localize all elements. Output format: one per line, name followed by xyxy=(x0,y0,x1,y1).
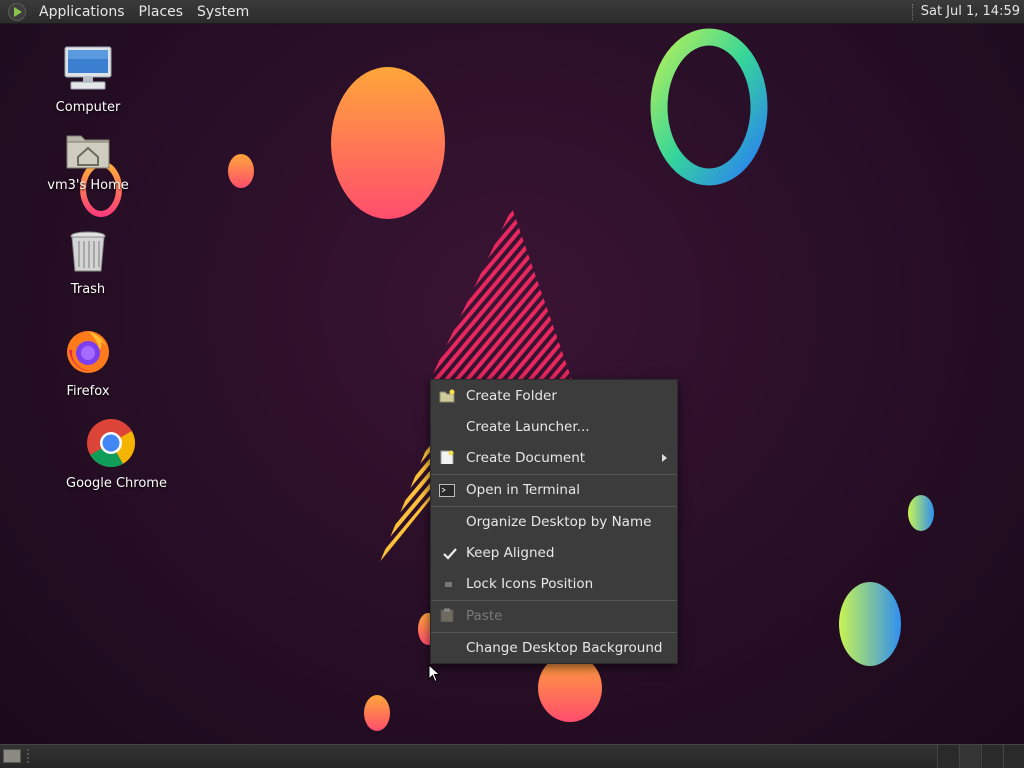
workspace-3[interactable] xyxy=(981,745,1002,768)
menu-item-lock-icons[interactable]: Lock Icons Position xyxy=(431,569,677,600)
check-icon xyxy=(443,548,457,560)
chrome-icon xyxy=(87,419,136,468)
folder-new-icon xyxy=(439,389,455,403)
desktop-icon-firefox[interactable]: Firefox xyxy=(43,326,133,399)
firefox-icon xyxy=(67,331,109,373)
menu-item-create-folder[interactable]: Create Folder xyxy=(431,381,677,412)
unchecked-icon xyxy=(445,582,452,587)
menu-item-open-terminal[interactable]: Open in Terminal xyxy=(431,475,677,506)
panel-separator xyxy=(911,3,915,20)
terminal-icon xyxy=(439,484,455,497)
menu-item-label: Create Folder xyxy=(466,388,557,404)
wallpaper-blob-blue-large xyxy=(839,582,901,666)
menu-item-label: Create Launcher... xyxy=(466,419,590,435)
menu-item-label: Keep Aligned xyxy=(466,545,555,561)
submenu-arrow-icon xyxy=(662,454,667,462)
panel-grip xyxy=(27,749,33,763)
bottom-panel xyxy=(0,744,1024,768)
desktop-context-menu: Create Folder Create Launcher... Create … xyxy=(430,379,678,664)
menu-item-label: Organize Desktop by Name xyxy=(466,514,652,530)
wallpaper-orange-circle-bottom xyxy=(538,654,602,722)
menu-item-label: Lock Icons Position xyxy=(466,576,594,592)
menu-places[interactable]: Places xyxy=(132,0,191,24)
desktop-icon-trash[interactable]: Trash xyxy=(43,230,133,297)
top-panel: Applications Places System Sat Jul 1, 14… xyxy=(0,0,1024,24)
trash-icon xyxy=(70,231,106,272)
desktop-icon-computer[interactable]: Computer xyxy=(43,46,133,115)
wallpaper-orange-dot xyxy=(228,154,254,188)
desktop-icon-label: Google Chrome xyxy=(66,476,167,491)
desktop-icon-chrome[interactable]: Google Chrome xyxy=(66,418,167,491)
menu-item-create-launcher[interactable]: Create Launcher... xyxy=(431,412,677,443)
desktop-icon-home[interactable]: vm3's Home xyxy=(43,130,133,193)
show-desktop-icon[interactable] xyxy=(3,749,21,763)
wallpaper-orange-dot-bottom xyxy=(364,695,390,731)
desktop-icon-label: Trash xyxy=(70,282,106,297)
menu-item-paste: Paste xyxy=(431,601,677,632)
desktop-icon-label: Computer xyxy=(55,100,121,115)
workspace-1[interactable] xyxy=(937,745,958,768)
wallpaper-striped-triangle-pink xyxy=(430,208,572,380)
menu-item-label: Change Desktop Background xyxy=(466,640,663,656)
workspace-4[interactable] xyxy=(1003,745,1024,768)
menu-item-label: Create Document xyxy=(466,450,586,466)
wallpaper-orange-circle-large xyxy=(331,67,445,219)
menu-item-create-document[interactable]: Create Document xyxy=(431,443,677,474)
document-new-icon xyxy=(440,450,454,464)
menu-applications[interactable]: Applications xyxy=(32,0,132,24)
menu-item-label: Paste xyxy=(466,608,503,624)
home-folder-icon xyxy=(66,135,110,169)
mouse-cursor-icon xyxy=(428,664,441,683)
desktop-icon-label: Firefox xyxy=(66,384,110,399)
menu-item-keep-aligned[interactable]: Keep Aligned xyxy=(431,538,677,569)
computer-icon xyxy=(64,46,112,90)
distro-logo-icon[interactable] xyxy=(8,2,26,21)
menu-item-organize-desktop[interactable]: Organize Desktop by Name xyxy=(431,507,677,538)
clock[interactable]: Sat Jul 1, 14:59 xyxy=(921,4,1020,19)
menu-item-label: Open in Terminal xyxy=(466,482,580,498)
wallpaper-gradient-ring xyxy=(650,28,768,186)
wallpaper-blob-blue-small xyxy=(908,495,934,531)
desktop-icon-label: vm3's Home xyxy=(47,178,129,193)
wallpaper-striped-triangle-yellow xyxy=(380,440,430,562)
menu-item-change-background[interactable]: Change Desktop Background xyxy=(431,633,677,664)
menu-system[interactable]: System xyxy=(190,0,256,24)
paste-icon xyxy=(440,608,454,622)
workspace-2[interactable] xyxy=(959,745,980,768)
